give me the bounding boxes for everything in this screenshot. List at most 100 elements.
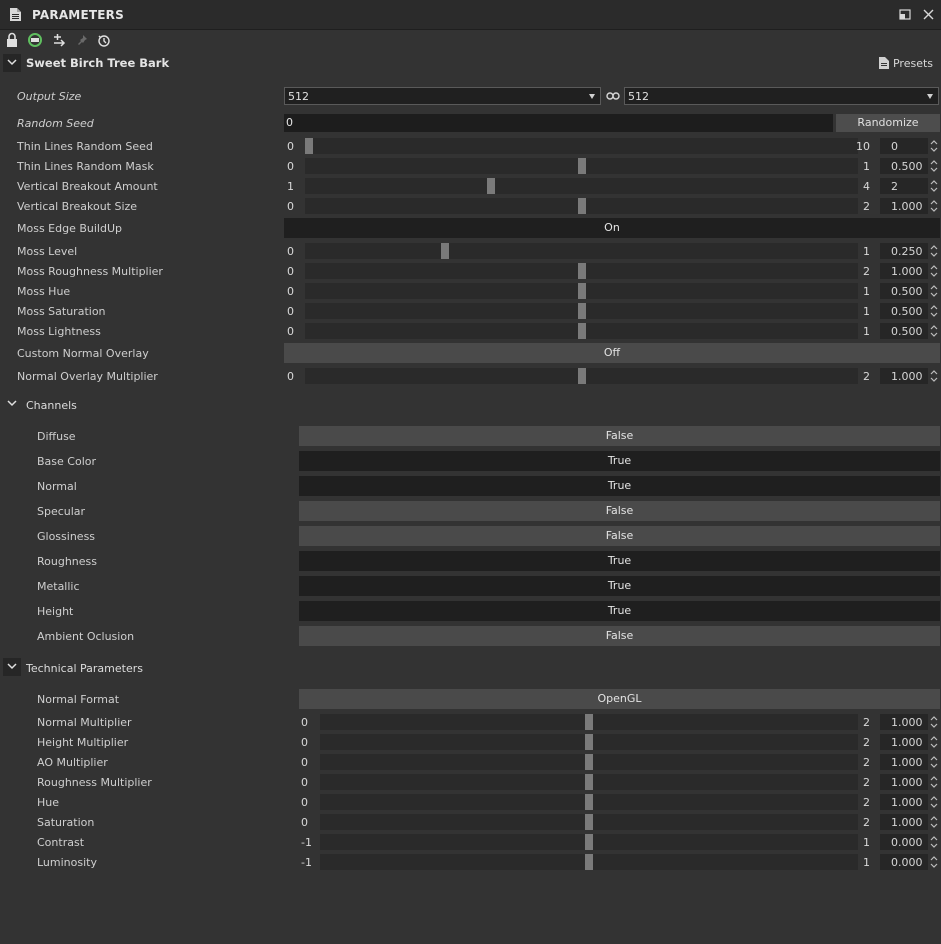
spin-arrows-icon[interactable] <box>929 138 939 154</box>
spin-arrows-icon[interactable] <box>929 263 939 279</box>
pin-icon[interactable] <box>74 32 90 48</box>
slider-handle[interactable] <box>585 854 593 870</box>
channel-toggle[interactable]: True <box>299 551 940 571</box>
value-input[interactable]: 1.000 <box>880 714 928 730</box>
value-input[interactable]: 1.000 <box>880 814 928 830</box>
channel-toggle[interactable]: False <box>299 626 940 646</box>
random-seed-input[interactable]: 0 <box>284 114 833 132</box>
slider-handle[interactable] <box>578 283 586 299</box>
spin-arrows-icon[interactable] <box>929 734 939 750</box>
presets-button[interactable]: Presets <box>878 57 933 70</box>
value-input[interactable]: 1.000 <box>880 263 928 279</box>
value-input[interactable]: 0.500 <box>880 323 928 339</box>
spin-arrows-icon[interactable] <box>929 323 939 339</box>
channel-toggle[interactable]: False <box>299 501 940 521</box>
channels-section-header[interactable]: Channels <box>0 394 941 416</box>
slider-handle[interactable] <box>487 178 495 194</box>
value-input[interactable]: 1.000 <box>880 734 928 750</box>
slider-handle[interactable] <box>585 794 593 810</box>
value-input[interactable]: 1.000 <box>880 368 928 384</box>
value-input[interactable]: 0.000 <box>880 834 928 850</box>
value-input[interactable]: 2 <box>880 178 928 194</box>
channel-toggle[interactable]: True <box>299 476 940 496</box>
spin-arrows-icon[interactable] <box>929 283 939 299</box>
slider-handle[interactable] <box>305 138 313 154</box>
slider-handle[interactable] <box>578 368 586 384</box>
slider-track[interactable] <box>320 754 858 770</box>
slider-track[interactable] <box>320 714 858 730</box>
slider-handle[interactable] <box>578 303 586 319</box>
channel-toggle[interactable]: True <box>299 576 940 596</box>
spin-arrows-icon[interactable] <box>929 178 939 194</box>
normal-format-select[interactable]: OpenGL <box>299 689 940 709</box>
value-input[interactable]: 0.000 <box>880 854 928 870</box>
spin-arrows-icon[interactable] <box>929 854 939 870</box>
spin-arrows-icon[interactable] <box>929 814 939 830</box>
value-input[interactable]: 0.500 <box>880 283 928 299</box>
channel-toggle[interactable]: False <box>299 526 940 546</box>
slider-track[interactable] <box>320 794 858 810</box>
float-window-icon[interactable] <box>899 8 912 21</box>
sync-icon[interactable] <box>27 32 43 48</box>
value-input[interactable]: 1.000 <box>880 754 928 770</box>
value-input[interactable]: 1.000 <box>880 198 928 214</box>
value-input[interactable]: 0.500 <box>880 158 928 174</box>
spin-arrows-icon[interactable] <box>929 754 939 770</box>
slider-track[interactable] <box>305 198 858 214</box>
slider-handle[interactable] <box>585 774 593 790</box>
slider-track[interactable] <box>320 834 858 850</box>
channel-toggle[interactable]: True <box>299 451 940 471</box>
slider-handle[interactable] <box>441 243 449 259</box>
slider-handle[interactable] <box>578 263 586 279</box>
channel-toggle[interactable]: False <box>299 426 940 446</box>
graph-collapse-toggle[interactable] <box>3 54 21 72</box>
slider-track[interactable] <box>305 158 858 174</box>
value-input[interactable]: 1.000 <box>880 794 928 810</box>
slider-track[interactable] <box>305 368 858 384</box>
channels-collapse-toggle[interactable] <box>3 395 21 413</box>
lock-icon[interactable] <box>4 32 20 48</box>
slider-track[interactable] <box>305 178 858 194</box>
channel-toggle[interactable]: True <box>299 601 940 621</box>
slider-track[interactable] <box>305 323 858 339</box>
output-size-height-select[interactable]: 512 <box>624 87 939 105</box>
custom-normal-toggle[interactable]: Off <box>284 343 940 363</box>
spin-arrows-icon[interactable] <box>929 794 939 810</box>
spin-arrows-icon[interactable] <box>929 158 939 174</box>
value-input[interactable]: 1.000 <box>880 774 928 790</box>
link-icon[interactable] <box>606 91 620 101</box>
slider-handle[interactable] <box>578 323 586 339</box>
slider-handle[interactable] <box>585 834 593 850</box>
close-icon[interactable] <box>922 8 935 21</box>
slider-handle[interactable] <box>585 734 593 750</box>
value-input[interactable]: 0.500 <box>880 303 928 319</box>
slider-handle[interactable] <box>578 198 586 214</box>
slider-track[interactable] <box>305 243 858 259</box>
add-link-icon[interactable] <box>51 32 67 48</box>
slider-track[interactable] <box>320 854 858 870</box>
technical-collapse-toggle[interactable] <box>3 658 21 676</box>
technical-section-header[interactable]: Technical Parameters <box>0 657 941 679</box>
slider-handle[interactable] <box>578 158 586 174</box>
spin-arrows-icon[interactable] <box>929 834 939 850</box>
spin-arrows-icon[interactable] <box>929 368 939 384</box>
spin-arrows-icon[interactable] <box>929 714 939 730</box>
spin-arrows-icon[interactable] <box>929 303 939 319</box>
slider-track[interactable] <box>320 814 858 830</box>
slider-track[interactable] <box>320 734 858 750</box>
slider-handle[interactable] <box>585 754 593 770</box>
value-input[interactable]: 0 <box>880 138 928 154</box>
moss-edge-toggle[interactable]: On <box>284 218 940 238</box>
spin-arrows-icon[interactable] <box>929 198 939 214</box>
randomize-button[interactable]: Randomize <box>836 114 940 132</box>
spin-arrows-icon[interactable] <box>929 774 939 790</box>
slider-handle[interactable] <box>585 714 593 730</box>
slider-track[interactable] <box>320 774 858 790</box>
slider-track[interactable] <box>305 138 858 154</box>
slider-track[interactable] <box>305 283 858 299</box>
spin-arrows-icon[interactable] <box>929 243 939 259</box>
output-size-width-select[interactable]: 512 <box>284 87 601 105</box>
slider-handle[interactable] <box>585 814 593 830</box>
value-input[interactable]: 0.250 <box>880 243 928 259</box>
slider-track[interactable] <box>305 263 858 279</box>
